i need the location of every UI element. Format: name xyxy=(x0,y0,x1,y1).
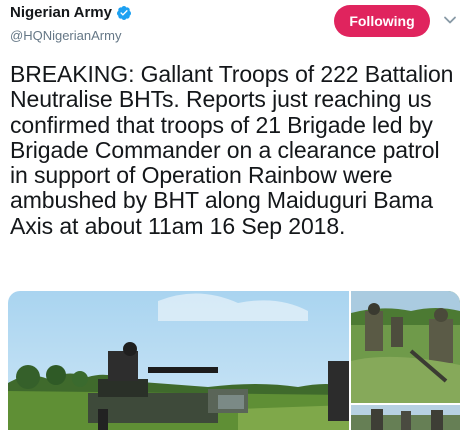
chevron-down-icon[interactable] xyxy=(442,12,458,28)
verified-badge-icon xyxy=(116,5,132,21)
account-handle[interactable]: @HQNigerianArmy xyxy=(10,28,121,44)
media-photo-side-bottom[interactable] xyxy=(351,405,460,430)
following-button[interactable]: Following xyxy=(334,5,430,37)
account-name-row[interactable]: Nigerian Army xyxy=(10,4,132,22)
media-photo-main[interactable] xyxy=(8,291,349,430)
media-grid xyxy=(8,291,460,430)
tweet-card: Nigerian Army @HQNigerianArmy Following … xyxy=(0,0,462,430)
media-photo-side-top[interactable] xyxy=(351,291,460,403)
display-name[interactable]: Nigerian Army xyxy=(10,4,112,22)
tweet-text: BREAKING: Gallant Troops of 222 Battalio… xyxy=(10,61,454,239)
